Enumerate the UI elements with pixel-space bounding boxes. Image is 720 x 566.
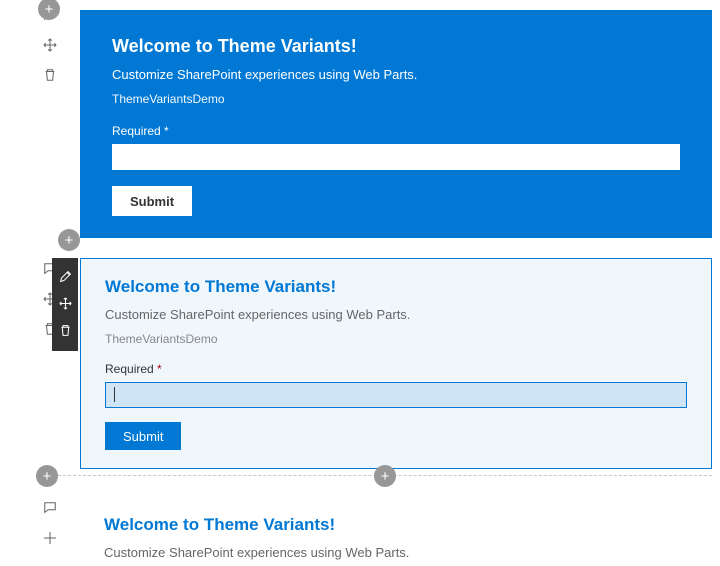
webpart-white-variant: Welcome to Theme Variants! Customize Sha… xyxy=(80,497,712,560)
webpart-soft-variant: Welcome to Theme Variants! Customize Sha… xyxy=(80,258,712,469)
add-webpart-button-center[interactable]: + xyxy=(374,465,396,487)
submit-button[interactable]: Submit xyxy=(112,186,192,216)
webpart-title: Welcome to Theme Variants! xyxy=(105,277,687,297)
webpart-subtitle: Customize SharePoint experiences using W… xyxy=(105,307,687,322)
add-section-button[interactable]: + xyxy=(58,229,80,251)
webpart-title: Welcome to Theme Variants! xyxy=(112,36,680,57)
trash-icon[interactable] xyxy=(59,318,72,345)
required-input[interactable] xyxy=(105,382,687,408)
required-asterisk: * xyxy=(164,124,169,138)
section-tools-3 xyxy=(42,501,58,547)
field-label: Required * xyxy=(112,124,680,138)
webpart-subtitle: Customize SharePoint experiences using W… xyxy=(112,67,680,82)
required-input[interactable] xyxy=(112,144,680,170)
pencil-icon[interactable] xyxy=(59,264,72,291)
required-asterisk: * xyxy=(157,362,162,376)
webpart-title: Welcome to Theme Variants! xyxy=(104,515,688,535)
comment-icon[interactable] xyxy=(43,501,57,517)
webpart-subtitle: Customize SharePoint experiences using W… xyxy=(104,545,688,560)
submit-button[interactable]: Submit xyxy=(105,422,181,450)
webpart-demo-name: ThemeVariantsDemo xyxy=(112,92,680,106)
move-icon[interactable] xyxy=(43,531,57,547)
move-icon[interactable] xyxy=(59,291,72,318)
field-label: Required * xyxy=(105,362,687,376)
add-section-button[interactable]: + xyxy=(36,465,58,487)
webpart-edit-toolbar xyxy=(52,258,78,351)
webpart-demo-name: ThemeVariantsDemo xyxy=(105,332,687,346)
webpart-strong-variant: Welcome to Theme Variants! Customize Sha… xyxy=(80,10,712,238)
move-icon[interactable] xyxy=(43,38,57,54)
trash-icon[interactable] xyxy=(43,68,57,84)
